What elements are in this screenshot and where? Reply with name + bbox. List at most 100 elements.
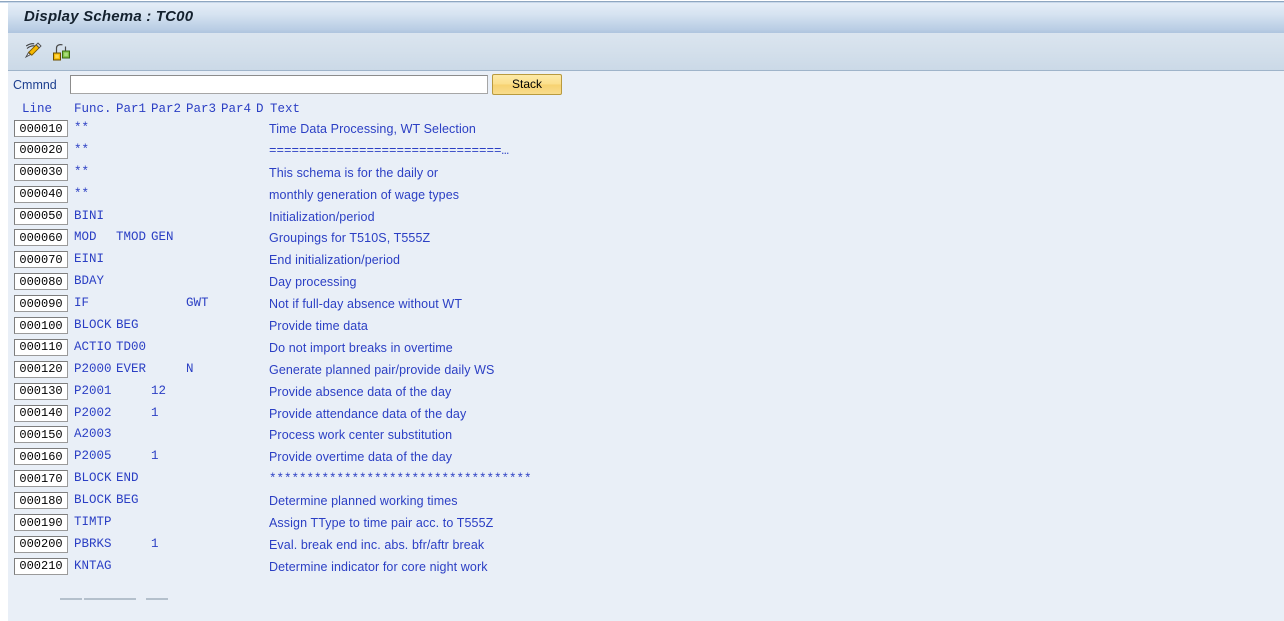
cell-text[interactable]: *********************************** [269,472,559,486]
cell-func[interactable]: ** [74,165,118,179]
cell-text[interactable]: Initialization/period [269,210,569,224]
cell-par1[interactable]: BEG [116,318,152,332]
table-row[interactable]: BLOCKBEG Provide time data [8,316,1284,338]
structure-node-icon[interactable] [50,40,74,62]
cell-func[interactable]: ** [74,187,118,201]
table-row[interactable]: A2003 Process work center substitution [8,425,1284,447]
cell-par2[interactable]: 12 [151,384,187,398]
line-number-field[interactable] [14,163,68,181]
cell-par3[interactable]: N [186,362,222,376]
cell-text[interactable]: Determine planned working times [269,494,569,508]
cell-par1[interactable]: TMOD [116,230,152,244]
line-number-field[interactable] [14,382,68,400]
line-number-field[interactable] [14,514,68,532]
table-row[interactable]: ** This schema is for the daily or [8,163,1284,185]
cell-par2[interactable]: 1 [151,406,187,420]
cell-text[interactable]: Provide time data [269,319,569,333]
table-row[interactable]: ** Time Data Processing, WT Selection [8,119,1284,141]
cell-func[interactable]: BLOCK [74,471,118,485]
table-row[interactable]: P2005 1 Provide overtime data of the day [8,447,1284,469]
cell-text[interactable]: Do not import breaks in overtime [269,341,569,355]
cell-text[interactable]: End initialization/period [269,253,569,267]
cell-func[interactable]: ** [74,143,118,157]
cell-text[interactable]: Not if full-day absence without WT [269,297,569,311]
line-number-field[interactable] [14,141,68,159]
cell-par1[interactable]: EVER [116,362,152,376]
line-number-field[interactable] [14,120,68,137]
cell-func[interactable]: P2000 [74,362,118,376]
cell-par1[interactable]: BEG [116,493,152,507]
line-number-field[interactable] [14,273,68,291]
table-row[interactable]: BDAY Day processing [8,272,1284,294]
line-number-field[interactable] [14,360,68,378]
line-number-field[interactable] [14,295,68,313]
cell-func[interactable]: TIMTP [74,515,118,529]
cell-par3[interactable]: GWT [186,296,222,310]
table-row[interactable]: ** monthly generation of wage types [8,185,1284,207]
table-row[interactable]: P2002 1 Provide attendance data of the day [8,404,1284,426]
line-number-field[interactable] [14,535,68,553]
cell-text[interactable]: monthly generation of wage types [269,188,569,202]
cell-par1[interactable]: TD00 [116,340,152,354]
cell-func[interactable]: BLOCK [74,318,118,332]
line-number-field[interactable] [14,338,68,356]
table-row[interactable]: ** ===============================… [8,141,1284,163]
cell-func[interactable]: P2001 [74,384,118,398]
cell-func[interactable]: BINI [74,209,118,223]
cell-text[interactable]: ===============================… [269,144,559,158]
cell-text[interactable]: Provide absence data of the day [269,385,569,399]
table-row[interactable]: BINI Initialization/period [8,207,1284,229]
cell-func[interactable]: EINI [74,252,118,266]
table-row[interactable]: BLOCKEND ********************************… [8,469,1284,491]
cell-func[interactable]: ACTIO [74,340,118,354]
cell-func[interactable]: MOD [74,230,118,244]
line-number-field[interactable] [14,557,68,575]
cell-par2[interactable]: 1 [151,449,187,463]
cell-func[interactable]: BDAY [74,274,118,288]
table-row[interactable]: MODTMODGEN Groupings for T510S, T555Z [8,228,1284,250]
cell-func[interactable]: A2003 [74,427,118,441]
cell-text[interactable]: Assign TType to time pair acc. to T555Z [269,516,569,530]
cell-func[interactable]: P2005 [74,449,118,463]
scrollbar-thumb[interactable] [84,598,136,600]
table-row[interactable]: P2000EVER N Generate planned pair/provide … [8,360,1284,382]
table-row[interactable]: EINI End initialization/period [8,250,1284,272]
cell-par1[interactable]: END [116,471,152,485]
cell-text[interactable]: Provide overtime data of the day [269,450,569,464]
horizontal-scrollbar[interactable] [60,598,190,610]
cell-text[interactable]: Eval. break end inc. abs. bfr/aftr break [269,538,569,552]
cell-text[interactable]: Process work center substitution [269,428,569,442]
cell-text[interactable]: Provide attendance data of the day [269,407,569,421]
command-input[interactable] [70,75,488,94]
line-number-field[interactable] [14,317,68,335]
table-row[interactable]: P2001 12 Provide absence data of the day [8,382,1284,404]
cell-par2[interactable]: 1 [151,537,187,551]
cell-func[interactable]: P2002 [74,406,118,420]
cell-text[interactable]: Day processing [269,275,569,289]
cell-func[interactable]: KNTAG [74,559,118,573]
line-number-field[interactable] [14,229,68,247]
line-number-field[interactable] [14,185,68,203]
table-row[interactable]: KNTAG Determine indicator for core night … [8,557,1284,579]
table-row[interactable]: ACTIOTD00 Do not import breaks in overtim… [8,338,1284,360]
table-row[interactable]: IF GWT Not if full-day absence without WT [8,294,1284,316]
cell-par2[interactable]: GEN [151,230,187,244]
cell-text[interactable]: Groupings for T510S, T555Z [269,231,569,245]
cell-func[interactable]: IF [74,296,118,310]
line-number-field[interactable] [14,448,68,466]
line-number-field[interactable] [14,251,68,269]
cell-text[interactable]: Time Data Processing, WT Selection [269,122,569,136]
cell-text[interactable]: Determine indicator for core night work [269,560,569,574]
table-row[interactable]: PBRKS 1 Eval. break end inc. abs. bfr/aftr… [8,535,1284,557]
cell-func[interactable]: PBRKS [74,537,118,551]
line-number-field[interactable] [14,404,68,422]
cell-func[interactable]: ** [74,121,118,135]
cell-text[interactable]: This schema is for the daily or [269,166,569,180]
cell-func[interactable]: BLOCK [74,493,118,507]
cell-text[interactable]: Generate planned pair/provide daily WS [269,363,569,377]
table-row[interactable]: BLOCKBEG Determine planned working times [8,491,1284,513]
line-number-field[interactable] [14,470,68,488]
table-row[interactable]: TIMTP Assign TType to time pair acc. to T… [8,513,1284,535]
line-number-field[interactable] [14,207,68,225]
stack-button[interactable]: Stack [492,74,562,95]
